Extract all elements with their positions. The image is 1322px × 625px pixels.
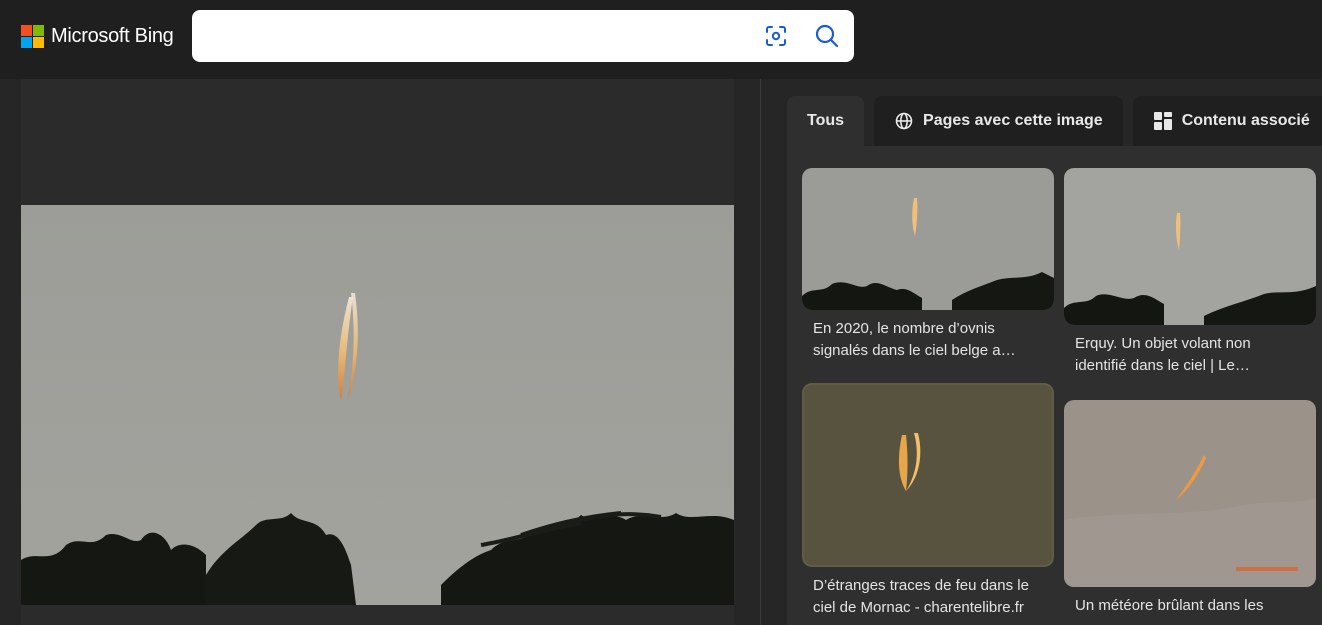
tab-contenu-associe[interactable]: Contenu associé	[1132, 96, 1322, 146]
tab-label: Contenu associé	[1181, 112, 1310, 129]
globe-icon	[894, 111, 914, 131]
tab-pages-avec-cette-image[interactable]: Pages avec cette image	[874, 96, 1123, 146]
result-caption: Un météore brûlant dans les	[1075, 597, 1264, 614]
results-grid: En 2020, le nombre d’ovnis signalés dans…	[787, 146, 1322, 625]
result-card[interactable]: En 2020, le nombre d’ovnis signalés dans…	[802, 168, 1054, 362]
results-pane: Tous Pages avec cette image Contenu asso…	[761, 79, 1322, 625]
result-thumbnail	[802, 383, 1054, 567]
result-tabs: Tous Pages avec cette image Contenu asso…	[787, 96, 1322, 146]
result-card[interactable]: Erquy. Un objet volant non identifié dan…	[1064, 168, 1316, 377]
tab-tous[interactable]: Tous	[787, 96, 865, 146]
search-box[interactable]	[192, 10, 854, 62]
result-thumbnail	[802, 168, 1054, 310]
tab-label: Tous	[807, 112, 845, 129]
top-bar: Microsoft Bing	[0, 0, 1322, 79]
result-caption: Erquy. Un objet volant non identifié dan…	[1075, 335, 1251, 374]
result-caption: En 2020, le nombre d’ovnis signalés dans…	[813, 320, 1016, 359]
result-card[interactable]: D’étranges traces de feu dans le ciel de…	[802, 383, 1054, 619]
main-image[interactable]	[21, 205, 734, 605]
result-caption: D’étranges traces de feu dans le ciel de…	[813, 577, 1029, 616]
result-card[interactable]: Un météore brûlant dans les	[1064, 400, 1316, 617]
search-input[interactable]	[210, 22, 750, 50]
result-thumbnail	[1064, 400, 1316, 587]
tab-label: Pages avec cette image	[923, 112, 1103, 129]
search-icon[interactable]	[814, 23, 840, 49]
brand-name: Microsoft Bing	[51, 24, 174, 47]
result-thumbnail	[1064, 168, 1316, 325]
grid-icon	[1153, 111, 1173, 131]
visual-search-icon[interactable]	[764, 24, 788, 48]
bing-logo[interactable]: Microsoft Bing	[21, 24, 174, 48]
microsoft-logo-icon	[21, 24, 44, 48]
